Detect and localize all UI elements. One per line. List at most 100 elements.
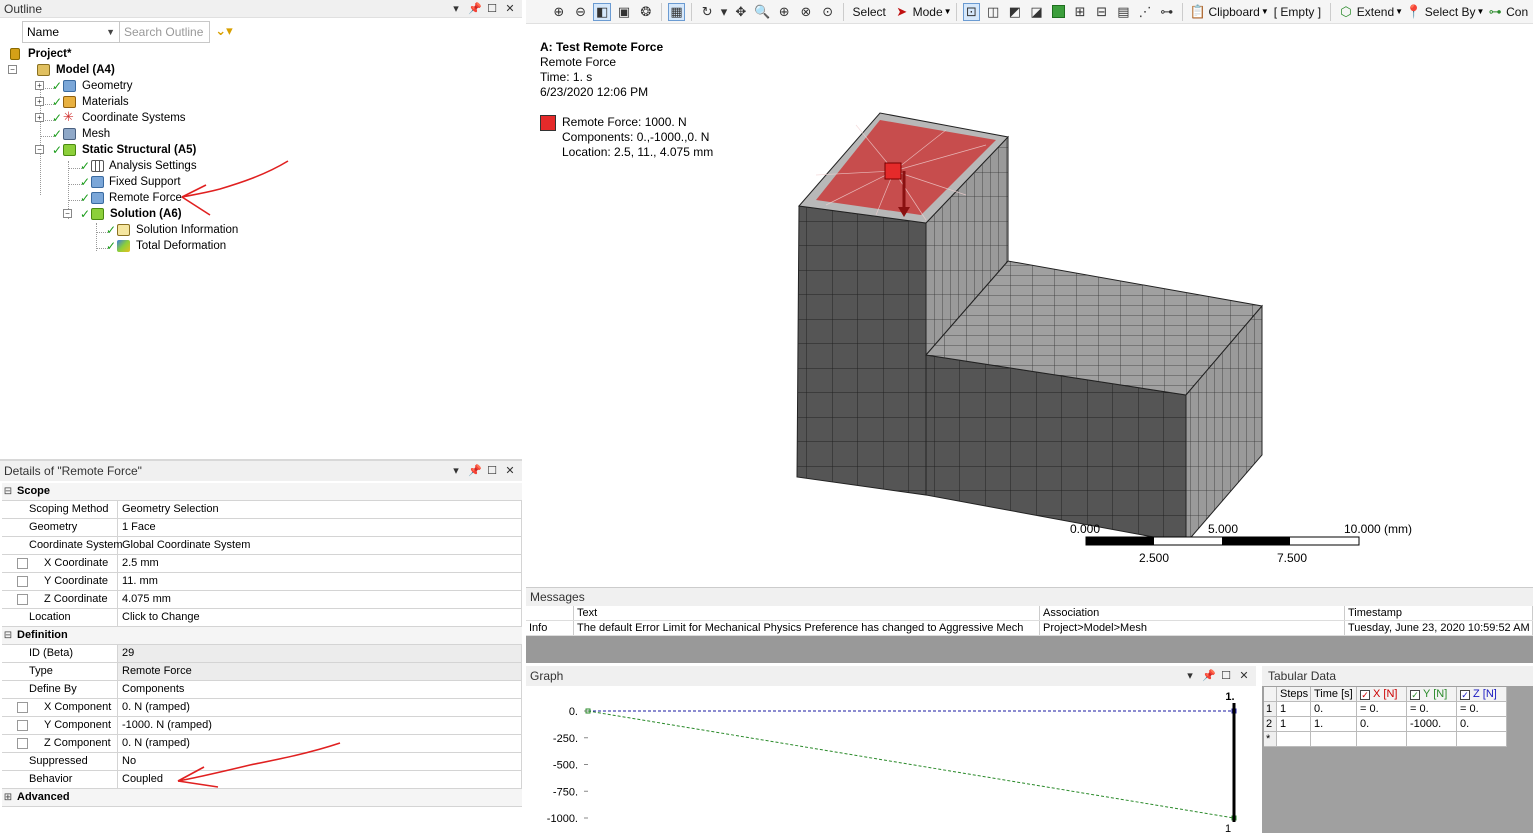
collapse-icon[interactable]: ⊟	[2, 627, 14, 644]
col-header-z[interactable]: ✓ Z [N]	[1457, 687, 1507, 702]
table-row[interactable]: 1 1 0. = 0. = 0. = 0.	[1264, 702, 1507, 717]
clipboard-dropdown[interactable]: Clipboard	[1208, 5, 1259, 19]
checkbox-checked-icon[interactable]: ✓	[1410, 690, 1420, 700]
col-header-x[interactable]: ✓ X [N]	[1357, 687, 1407, 702]
col-header-steps[interactable]: Steps	[1277, 687, 1311, 702]
zoom-out-icon[interactable]: ⊖	[572, 3, 590, 21]
maximize-icon[interactable]: ☐	[1220, 666, 1232, 686]
row-y-component[interactable]: Y Component -1000. N (ramped)	[2, 717, 522, 735]
cell-x[interactable]	[1357, 732, 1407, 747]
row-x-component[interactable]: X Component 0. N (ramped)	[2, 699, 522, 717]
body-select-icon[interactable]: ◪	[1028, 3, 1046, 21]
zoom-fit-icon[interactable]: ⊕	[550, 3, 568, 21]
row-type[interactable]: Type Remote Force	[2, 663, 522, 681]
section-scope[interactable]: ⊟ Scope	[2, 483, 522, 501]
row-geometry[interactable]: Geometry 1 Face	[2, 519, 522, 537]
clipboard-icon[interactable]: 📋	[1189, 3, 1207, 21]
zoom-to-fit-icon[interactable]: ⊗	[797, 3, 815, 21]
pan-icon[interactable]: ✥	[732, 3, 750, 21]
panel-menu-icon[interactable]: ▾	[450, 0, 462, 18]
row-value[interactable]: 2.5 mm	[118, 555, 522, 572]
graph-chart[interactable]: 0. -250. -500. -750. -1000. 1. 1	[526, 686, 1256, 833]
pin-icon[interactable]: 📌	[468, 461, 482, 481]
cursor-icon[interactable]: ➤	[893, 3, 911, 21]
pin-icon[interactable]: 📌	[1202, 666, 1216, 686]
element-select-icon[interactable]: ⊟	[1093, 3, 1111, 21]
select-by-icon[interactable]: 📍	[1405, 3, 1423, 21]
magnifier-icon[interactable]: ⊙	[819, 3, 837, 21]
render-icon[interactable]: ❂	[637, 3, 655, 21]
expand-icon[interactable]: +	[35, 113, 44, 122]
col-header-timestamp[interactable]: Timestamp	[1345, 606, 1533, 620]
col-header-association[interactable]: Association	[1040, 606, 1345, 620]
parameter-checkbox[interactable]	[17, 594, 28, 605]
mode-dropdown[interactable]: Mode	[913, 5, 943, 19]
row-value[interactable]: 1 Face	[118, 519, 522, 536]
row-location[interactable]: Location Click to Change	[2, 609, 522, 627]
collapse-icon[interactable]: −	[8, 65, 17, 74]
row-value[interactable]: 0. N (ramped)	[118, 699, 522, 716]
close-icon[interactable]: ✕	[1238, 666, 1250, 686]
parameter-checkbox[interactable]	[17, 576, 28, 587]
cube-icon[interactable]: ▣	[615, 3, 633, 21]
cell-steps[interactable]: 1	[1277, 702, 1311, 717]
close-icon[interactable]: ✕	[504, 0, 516, 18]
search-outline-input[interactable]: Search Outline	[120, 21, 210, 43]
message-row[interactable]: Info The default Error Limit for Mechani…	[526, 621, 1533, 636]
row-value[interactable]: 4.075 mm	[118, 591, 522, 608]
panel-menu-icon[interactable]: ▾	[450, 461, 462, 481]
mesh-select-icon[interactable]: ▤	[1115, 3, 1133, 21]
table-row-new[interactable]: *	[1264, 732, 1507, 747]
col-header-type[interactable]	[526, 606, 574, 620]
cell-steps[interactable]	[1277, 732, 1311, 747]
row-value[interactable]: Geometry Selection	[118, 501, 522, 518]
box-select-icon[interactable]: ◧	[593, 2, 612, 21]
cell-x[interactable]: = 0.	[1357, 702, 1407, 717]
cell-time[interactable]: 0.	[1311, 702, 1357, 717]
parameter-checkbox[interactable]	[17, 702, 28, 713]
expand-icon[interactable]: +	[35, 97, 44, 106]
row-value[interactable]: Global Coordinate System	[118, 537, 522, 554]
row-id-beta[interactable]: ID (Beta) 29	[2, 645, 522, 663]
expand-icon[interactable]: ⊞	[2, 789, 14, 806]
close-icon[interactable]: ✕	[504, 461, 516, 481]
face-select-icon[interactable]: ◩	[1006, 3, 1024, 21]
col-header-text[interactable]: Text	[574, 606, 1040, 620]
name-filter-dropdown[interactable]: Name ▼	[22, 21, 120, 43]
coordinate-icon[interactable]: ⋰	[1136, 3, 1154, 21]
table-row[interactable]: 2 1 1. 0. -1000. 0.	[1264, 717, 1507, 732]
extend-dropdown[interactable]: Extend	[1357, 5, 1394, 19]
element-face-select-icon[interactable]: ⊞	[1071, 3, 1089, 21]
parameter-checkbox[interactable]	[17, 558, 28, 569]
row-y-coordinate[interactable]: Y Coordinate 11. mm	[2, 573, 522, 591]
cell-x[interactable]: 0.	[1357, 717, 1407, 732]
cell-z[interactable]: 0.	[1457, 717, 1507, 732]
collapse-icon[interactable]: −	[63, 209, 72, 218]
convert-dropdown[interactable]: Con	[1506, 5, 1528, 19]
chevron-down-icon[interactable]: ▾	[720, 3, 728, 21]
rotate-icon[interactable]: ↻	[698, 3, 716, 21]
expand-icon[interactable]: +	[35, 81, 44, 90]
vertex-select-icon[interactable]: ⊡	[962, 2, 981, 21]
cell-steps[interactable]: 1	[1277, 717, 1311, 732]
row-coordinate-system[interactable]: Coordinate System Global Coordinate Syst…	[2, 537, 522, 555]
row-scoping-method[interactable]: Scoping Method Geometry Selection	[2, 501, 522, 519]
collapse-icon[interactable]: −	[35, 145, 44, 154]
cell-time[interactable]	[1311, 732, 1357, 747]
zoom-box-icon[interactable]: ⊕	[775, 3, 793, 21]
label-icon[interactable]: ⊶	[1158, 3, 1176, 21]
cell-y[interactable]	[1407, 732, 1457, 747]
row-z-coordinate[interactable]: Z Coordinate 4.075 mm	[2, 591, 522, 609]
checkbox-checked-icon[interactable]: ✓	[1360, 690, 1370, 700]
row-value[interactable]: Click to Change	[118, 609, 522, 626]
cell-time[interactable]: 1.	[1311, 717, 1357, 732]
maximize-icon[interactable]: ☐	[486, 461, 498, 481]
select-label[interactable]: Select	[853, 5, 886, 19]
checkbox-checked-icon[interactable]: ✓	[1460, 690, 1470, 700]
cell-z[interactable]	[1457, 732, 1507, 747]
panel-menu-icon[interactable]: ▾	[1184, 666, 1196, 686]
parameter-checkbox[interactable]	[17, 720, 28, 731]
cell-z[interactable]: = 0.	[1457, 702, 1507, 717]
cell-y[interactable]: -1000.	[1407, 717, 1457, 732]
convert-icon[interactable]: ⊶	[1486, 3, 1504, 21]
